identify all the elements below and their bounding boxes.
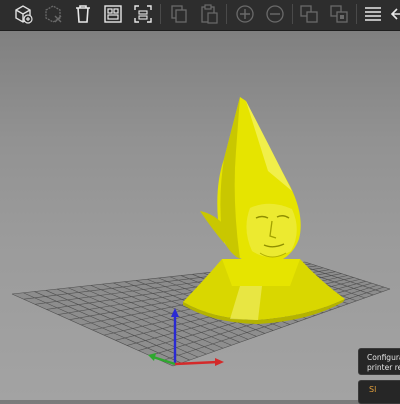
model-face bbox=[246, 203, 297, 257]
split-parts-icon[interactable] bbox=[326, 2, 352, 26]
3d-model[interactable] bbox=[183, 97, 345, 324]
layers-editing-icon[interactable] bbox=[360, 2, 386, 26]
paste-icon[interactable] bbox=[196, 2, 222, 26]
undo-icon[interactable] bbox=[388, 2, 400, 26]
notification-popup[interactable]: Configurati printer rele bbox=[358, 348, 400, 375]
toolbar-separator bbox=[292, 4, 293, 24]
toolbar-separator bbox=[160, 4, 161, 24]
notification-line-2: printer rele bbox=[367, 363, 400, 372]
notification-line-3: Sl bbox=[369, 385, 377, 394]
add-object-icon[interactable] bbox=[10, 2, 36, 26]
delete-icon[interactable] bbox=[40, 2, 66, 26]
remove-instance-icon[interactable] bbox=[262, 2, 288, 26]
toolbar-separator bbox=[356, 4, 357, 24]
split-objects-icon[interactable] bbox=[296, 2, 322, 26]
copy-icon[interactable] bbox=[166, 2, 192, 26]
3d-viewport[interactable] bbox=[0, 31, 400, 400]
print-bed bbox=[11, 261, 391, 367]
top-toolbar bbox=[0, 0, 400, 31]
toolbar-separator bbox=[226, 4, 227, 24]
delete-all-icon[interactable] bbox=[70, 2, 96, 26]
add-instance-icon[interactable] bbox=[232, 2, 258, 26]
notification-popup-2[interactable]: Sl bbox=[358, 380, 400, 404]
x-axis-arrow bbox=[215, 358, 224, 366]
arrange-icon[interactable] bbox=[100, 2, 126, 26]
split-icon[interactable] bbox=[130, 2, 156, 26]
notification-line-1: Configurati bbox=[367, 353, 400, 362]
